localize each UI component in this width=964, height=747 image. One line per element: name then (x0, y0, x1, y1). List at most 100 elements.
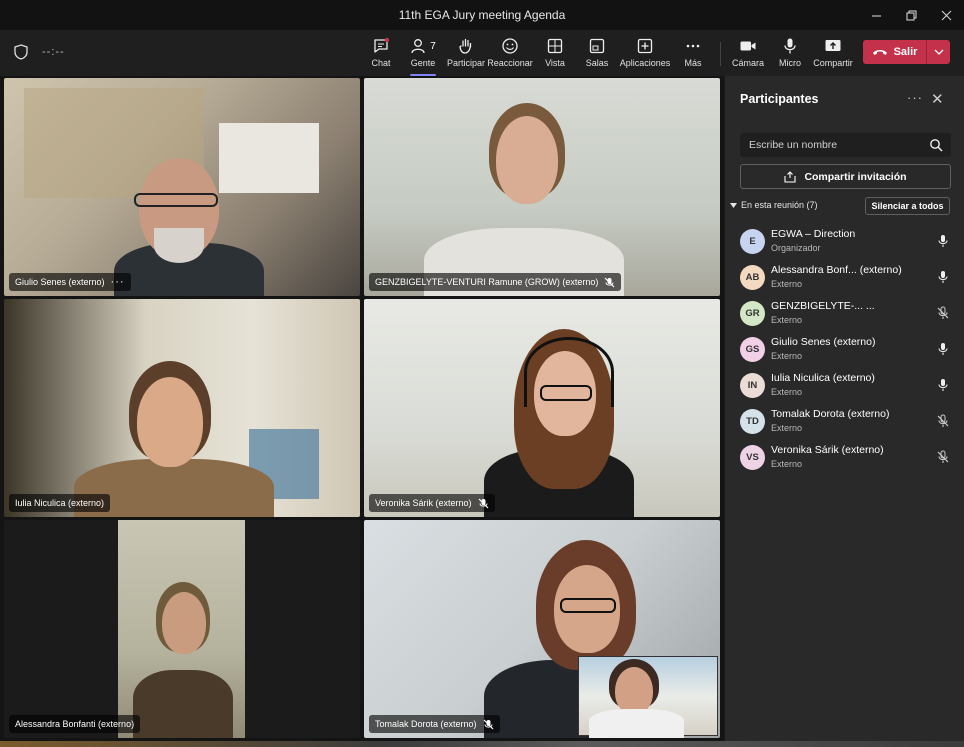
video-tile[interactable]: Veronika Sárik (externo) (364, 299, 720, 517)
mic-button[interactable]: Micro (778, 36, 802, 72)
panel-more-icon[interactable]: ··· (907, 90, 923, 105)
share-icon (784, 170, 796, 183)
video-tile[interactable]: GENZBIGELYTE-VENTURI Ramune (GROW) (exte… (364, 78, 720, 296)
participant-row[interactable]: TD Tomalak Dorota (externo) Externo (725, 403, 964, 439)
search-icon (930, 139, 943, 152)
participant-row[interactable]: GR GENZBIGELYTE-... ... Externo (725, 295, 964, 331)
mic-off-icon[interactable] (936, 414, 950, 428)
video-grid: Giulio Senes (externo) ··· GENZBIGELYTE-… (0, 76, 724, 747)
avatar: AB (740, 265, 765, 290)
panel-close-icon[interactable]: ✕ (931, 90, 944, 108)
in-meeting-section-toggle[interactable]: En esta reunión (7) (730, 200, 818, 210)
mic-off-icon[interactable] (936, 450, 950, 464)
window-title: 11th EGA Jury meeting Agenda (398, 8, 566, 22)
hang-up-icon (872, 50, 887, 55)
leave-button[interactable]: Salir (863, 40, 950, 64)
hand-icon (459, 38, 472, 54)
more-dots-icon[interactable]: ··· (111, 276, 125, 288)
camera-button[interactable]: Cámara (732, 36, 764, 72)
avatar: IN (740, 373, 765, 398)
tile-name-label: Alessandra Bonfanti (externo) (9, 715, 141, 733)
apps-button[interactable]: Aplicaciones (620, 36, 670, 72)
participant-row[interactable]: AB Alessandra Bonf... (externo) Externo (725, 259, 964, 295)
avatar: VS (740, 445, 765, 470)
tile-name-label: Giulio Senes (externo) ··· (9, 273, 131, 291)
participant-row[interactable]: VS Veronika Sárik (externo) Externo (725, 439, 964, 475)
participant-name: Giulio Senes (externo) (771, 336, 876, 348)
participant-role: Externo (771, 351, 803, 361)
self-view-preview[interactable] (578, 656, 718, 738)
participant-row[interactable]: E EGWA – Direction Organizador (725, 223, 964, 259)
video-tile[interactable]: Tomalak Dorota (externo) (364, 520, 720, 738)
tile-name-label: Veronika Sárik (externo) (369, 494, 495, 512)
tile-name-label: GENZBIGELYTE-VENTURI Ramune (GROW) (exte… (369, 273, 622, 291)
mic-off-icon (604, 277, 615, 287)
share-screen-icon (825, 40, 841, 51)
video-tile[interactable]: Iulia Niculica (externo) (4, 299, 360, 517)
microphone-icon (784, 38, 796, 54)
mute-all-button[interactable]: Silenciar a todos (865, 197, 950, 215)
mic-off-icon (478, 498, 488, 508)
smile-icon (502, 38, 518, 54)
react-button[interactable]: Reaccionar (487, 36, 533, 72)
microphone-icon[interactable] (936, 378, 950, 392)
chat-icon (374, 37, 390, 53)
window-controls (859, 0, 964, 30)
avatar: GR (740, 301, 765, 326)
view-button[interactable]: Vista (543, 36, 567, 72)
video-tile[interactable]: Alessandra Bonfanti (externo) (4, 520, 360, 738)
rooms-button[interactable]: Salas (585, 36, 609, 72)
taskbar-strip (0, 741, 964, 747)
raise-hand-button[interactable]: Participar (447, 36, 485, 72)
mic-off-icon[interactable] (936, 306, 950, 320)
grid-view-icon (547, 38, 563, 54)
participant-role: Externo (771, 423, 803, 433)
shield-icon (14, 44, 28, 60)
chat-button[interactable]: Chat (370, 36, 392, 72)
microphone-icon[interactable] (936, 342, 950, 356)
participant-search-input[interactable] (740, 133, 951, 157)
minimize-icon[interactable] (859, 0, 894, 30)
caret-down-icon (730, 202, 737, 208)
participant-video (118, 520, 245, 738)
calendar-poster (219, 123, 319, 193)
participant-role: Externo (771, 387, 803, 397)
video-tile[interactable]: Giulio Senes (externo) ··· (4, 78, 360, 296)
more-button[interactable]: Más (682, 36, 704, 72)
meeting-timer: --:-- (42, 46, 65, 58)
participant-row[interactable]: IN Iulia Niculica (externo) Externo (725, 367, 964, 403)
avatar: E (740, 229, 765, 254)
share-invite-button[interactable]: Compartir invitación (740, 164, 951, 189)
restore-icon[interactable] (894, 0, 929, 30)
plus-square-icon (637, 38, 653, 54)
participant-role: Organizador (771, 243, 821, 253)
more-dots-icon (686, 44, 700, 48)
title-bar: 11th EGA Jury meeting Agenda (0, 0, 964, 30)
leave-options-chevron-icon[interactable] (926, 40, 950, 64)
people-count: 7 (430, 40, 436, 52)
participant-role: Externo (771, 459, 803, 469)
participant-row[interactable]: GS Giulio Senes (externo) Externo (725, 331, 964, 367)
participants-panel: Participantes ··· ✕ Compartir invitación… (724, 76, 964, 747)
participant-role: Externo (771, 315, 803, 325)
close-icon[interactable] (929, 0, 964, 30)
avatar: GS (740, 337, 765, 362)
meeting-toolbar: --:-- Chat 7 Gente Participar Reaccionar… (0, 30, 964, 76)
microphone-icon[interactable] (936, 234, 950, 248)
participant-role: Externo (771, 279, 803, 289)
camera-icon (740, 41, 756, 51)
participant-name: Veronika Sárik (externo) (771, 444, 884, 456)
leave-main[interactable]: Salir (863, 40, 926, 64)
participant-name: EGWA – Direction (771, 228, 856, 240)
people-icon (411, 39, 425, 54)
avatar: TD (740, 409, 765, 434)
participant-name: GENZBIGELYTE-... ... (771, 300, 875, 312)
toolbar-divider (720, 42, 721, 66)
tile-name-label: Iulia Niculica (externo) (9, 494, 111, 512)
people-button[interactable]: 7 Gente (408, 36, 438, 76)
mic-off-icon (483, 719, 493, 729)
share-button[interactable]: Compartir (813, 36, 853, 72)
participant-name: Iulia Niculica (externo) (771, 372, 875, 384)
microphone-icon[interactable] (936, 270, 950, 284)
panel-title: Participantes (740, 92, 819, 106)
